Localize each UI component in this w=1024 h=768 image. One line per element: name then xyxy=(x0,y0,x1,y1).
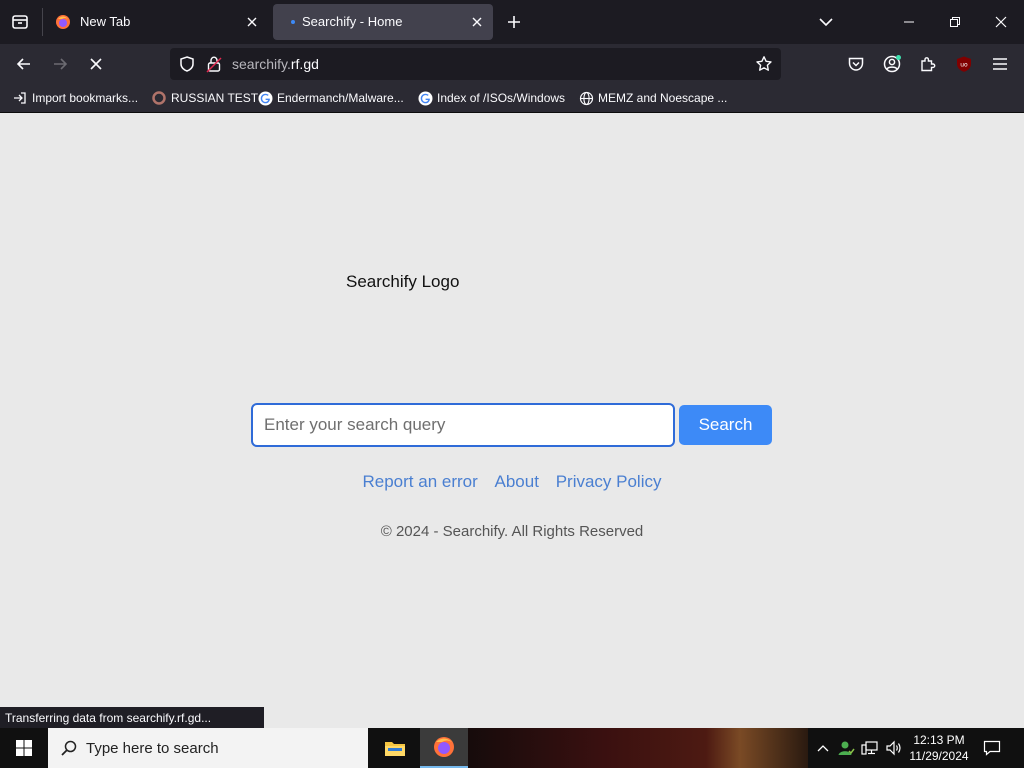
bookmark-label: MEMZ and Noescape ... xyxy=(598,91,728,105)
pocket-icon xyxy=(848,57,864,71)
status-bar: Transferring data from searchify.rf.gd..… xyxy=(0,707,264,728)
notification-icon xyxy=(983,740,1001,756)
plus-icon xyxy=(508,16,520,28)
url-prefix: searchify. xyxy=(232,56,291,72)
site-favicon-icon xyxy=(151,90,167,106)
minimize-button[interactable] xyxy=(886,0,932,44)
tab-separator xyxy=(42,8,43,36)
bookmark-memz[interactable]: MEMZ and Noescape ... xyxy=(578,89,727,107)
speaker-icon xyxy=(886,740,901,756)
puzzle-icon xyxy=(921,57,936,72)
loading-dot-icon xyxy=(291,20,295,24)
google-icon xyxy=(417,90,433,106)
ublock-icon: uo xyxy=(957,56,971,72)
network-icon xyxy=(861,741,878,755)
bookmark-label: Endermanch/Malware... xyxy=(277,91,404,105)
tray-network[interactable] xyxy=(860,738,880,758)
firefox-icon xyxy=(434,737,454,757)
tab-new-tab[interactable]: New Tab xyxy=(46,4,268,40)
page-content: Searchify Logo Search Report an error Ab… xyxy=(0,113,1024,728)
chevron-up-icon xyxy=(817,745,829,752)
taskbar-search-placeholder: Type here to search xyxy=(86,739,219,757)
account-icon xyxy=(883,55,901,73)
clock-date: 11/29/2024 xyxy=(909,749,969,763)
restore-icon xyxy=(950,17,960,27)
bookmark-endermanch-malware[interactable]: Endermanch/Malware... xyxy=(257,89,404,107)
svg-text:uo: uo xyxy=(960,62,968,69)
address-bar[interactable]: searchify.rf.gd xyxy=(170,48,781,80)
taskbar-file-explorer[interactable] xyxy=(371,728,419,768)
chevron-down-icon xyxy=(819,18,833,27)
forward-button[interactable] xyxy=(46,50,74,78)
extensions-button[interactable] xyxy=(914,50,942,78)
bookmark-import[interactable]: Import bookmarks... xyxy=(12,89,138,107)
start-button[interactable] xyxy=(0,728,48,768)
close-tab-icon[interactable] xyxy=(467,12,487,32)
navigation-toolbar: searchify.rf.gd uo xyxy=(0,44,1024,84)
tab-searchify-home[interactable]: Searchify - Home xyxy=(273,4,493,40)
arrow-right-icon xyxy=(54,58,68,70)
copyright-text: © 2024 - Searchify. All Rights Reserved xyxy=(380,523,644,540)
windows-logo-icon xyxy=(16,740,32,756)
about-link[interactable]: About xyxy=(495,472,539,491)
app-menu-button[interactable] xyxy=(986,50,1014,78)
google-icon xyxy=(257,90,273,106)
tab-title: New Tab xyxy=(80,14,131,29)
pocket-button[interactable] xyxy=(842,50,870,78)
footer-links: Report an error About Privacy Policy xyxy=(0,472,1024,492)
arrow-left-icon xyxy=(16,58,30,70)
bookmark-label: Import bookmarks... xyxy=(32,91,139,105)
minimize-icon xyxy=(904,21,914,23)
stop-icon xyxy=(90,58,102,70)
url-text: searchify.rf.gd xyxy=(232,56,319,72)
tab-title: Searchify - Home xyxy=(302,14,403,29)
windows-taskbar: Type here to search 12:13 PM 11/29/2024 xyxy=(0,728,1024,768)
insecure-lock-icon[interactable] xyxy=(206,55,222,73)
tab-list-icon xyxy=(12,15,28,29)
show-hidden-icons-button[interactable] xyxy=(813,738,833,758)
hamburger-menu-icon xyxy=(993,58,1007,70)
bookmark-index-isos[interactable]: Index of /ISOs/Windows xyxy=(417,89,565,107)
bookmark-russian-test[interactable]: RUSSIAN TEST xyxy=(151,89,258,107)
list-all-tabs-button[interactable] xyxy=(814,10,838,34)
bookmark-star-icon[interactable] xyxy=(755,55,773,73)
tracking-shield-icon[interactable] xyxy=(178,55,196,73)
close-window-button[interactable] xyxy=(978,0,1024,44)
action-center-button[interactable] xyxy=(980,736,1004,760)
report-error-link[interactable]: Report an error xyxy=(363,472,478,491)
back-button[interactable] xyxy=(10,50,38,78)
taskbar-firefox[interactable] xyxy=(420,728,468,768)
privacy-policy-link[interactable]: Privacy Policy xyxy=(556,472,662,491)
import-icon xyxy=(12,90,28,106)
firefox-icon xyxy=(55,14,71,30)
bookmark-label: Index of /ISOs/Windows xyxy=(437,91,566,105)
globe-icon xyxy=(578,90,594,106)
search-icon xyxy=(60,739,78,757)
bookmarks-toolbar: Import bookmarks... RUSSIAN TEST Enderma… xyxy=(0,84,1024,113)
user-status-icon xyxy=(838,741,855,755)
stop-loading-button[interactable] xyxy=(82,50,110,78)
bookmark-label: RUSSIAN TEST xyxy=(171,91,259,105)
tab-list-button[interactable] xyxy=(0,0,40,44)
restore-button[interactable] xyxy=(932,0,978,44)
tray-volume[interactable] xyxy=(884,738,904,758)
close-icon xyxy=(995,16,1007,28)
clock-time: 12:13 PM xyxy=(913,733,965,747)
search-input[interactable] xyxy=(251,403,675,447)
folder-icon xyxy=(385,742,405,756)
tray-user-app[interactable] xyxy=(836,738,856,758)
searchify-logo: Searchify Logo xyxy=(346,272,460,291)
taskbar-clock[interactable]: 12:13 PM 11/29/2024 xyxy=(904,732,974,764)
close-tab-icon[interactable] xyxy=(242,12,262,32)
url-host: rf.gd xyxy=(290,56,319,72)
tab-bar: New Tab Searchify - Home xyxy=(0,0,1024,44)
search-button[interactable]: Search xyxy=(679,405,772,445)
taskbar-search-box[interactable]: Type here to search xyxy=(48,728,368,768)
ublock-origin-button[interactable]: uo xyxy=(950,50,978,78)
wallpaper-background xyxy=(468,728,808,768)
new-tab-button[interactable] xyxy=(502,10,526,34)
account-button[interactable] xyxy=(878,50,906,78)
